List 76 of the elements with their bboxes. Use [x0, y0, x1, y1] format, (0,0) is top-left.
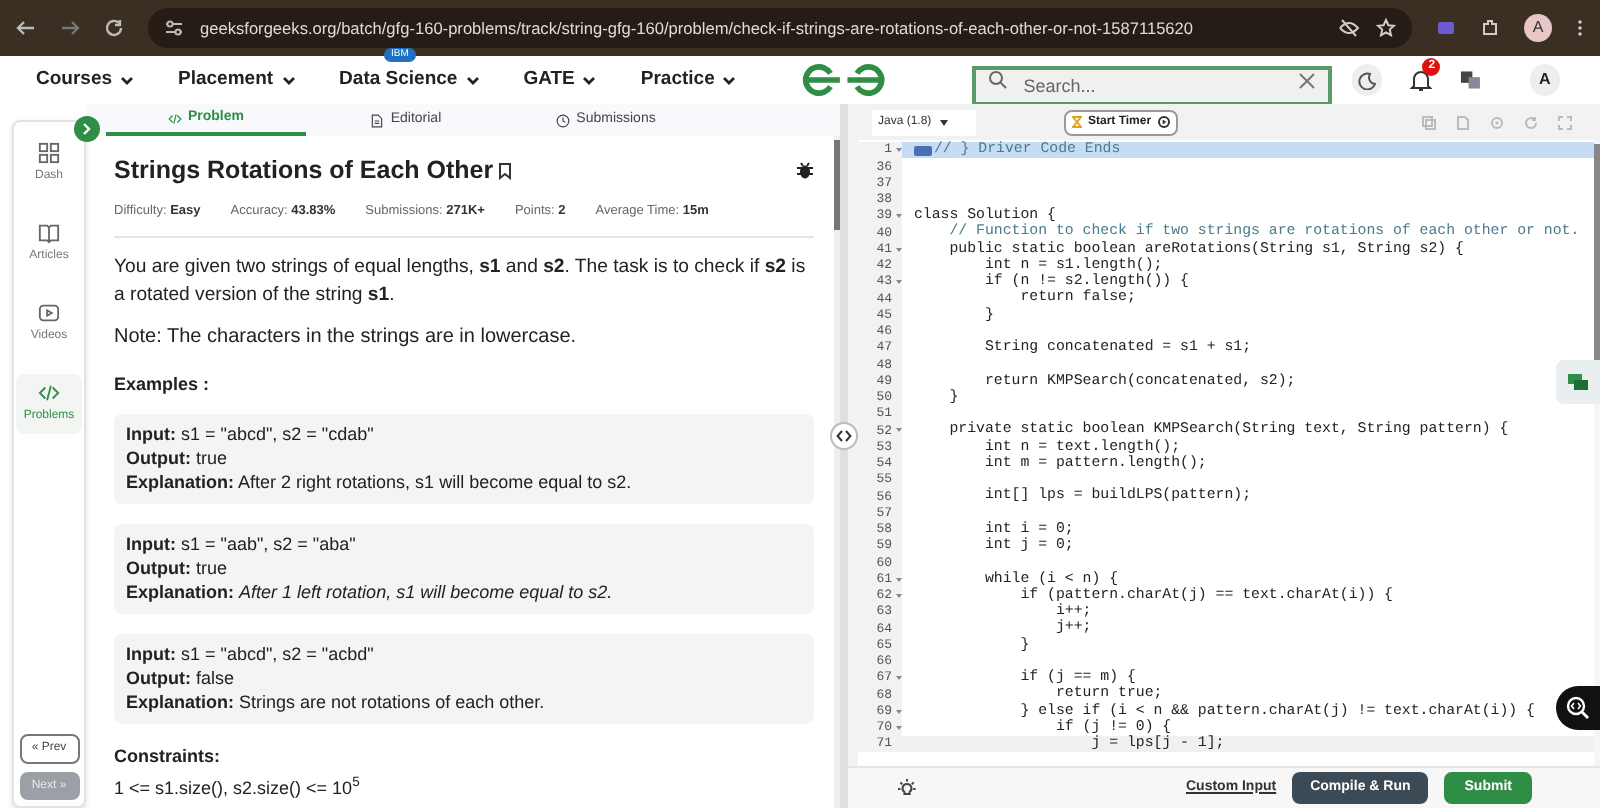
clock-icon: [556, 113, 571, 127]
video-icon: [38, 302, 60, 324]
nav-menu[interactable]: Courses: [36, 65, 135, 95]
fold-caret-icon[interactable]: [895, 676, 901, 681]
bell-icon[interactable]: [1410, 68, 1433, 92]
chevron-down-icon: [582, 75, 597, 85]
chevron-down-icon: [465, 75, 480, 85]
example-line: Output: false: [126, 668, 236, 690]
chat-button[interactable]: [1556, 360, 1600, 404]
close-icon[interactable]: [1298, 71, 1317, 89]
reload-icon[interactable]: [104, 18, 124, 38]
extension-icon[interactable]: [1436, 18, 1456, 38]
menu-icon[interactable]: [1576, 18, 1584, 38]
eye-off-icon[interactable]: [1338, 18, 1360, 38]
example-line: Explanation: After 1 left rotation, s1 will become equal to s2.: [126, 582, 615, 604]
theme-toggle[interactable]: [1352, 64, 1383, 96]
resize-icon: [836, 430, 852, 442]
chevron-down-icon: [120, 75, 135, 85]
dashboard-icon: [38, 142, 60, 164]
chevron-down-icon: [281, 75, 296, 85]
address-bar[interactable]: geeksforgeeks.org/batch/gfg-160-problems/track/string-gfg-160/problem/check-if-strings-are-rotations-of-each-other-or-not-1587115620: [148, 8, 1412, 48]
fold-caret-icon[interactable]: [895, 593, 901, 598]
fold-caret-icon[interactable]: [895, 214, 901, 219]
fold-caret-icon[interactable]: [895, 428, 901, 433]
moon-icon: [1358, 71, 1377, 89]
bookmark-icon[interactable]: [497, 161, 512, 180]
examples-heading: Examples :: [114, 371, 212, 398]
example-line: Input: s1 = "aab", s2 = "aba": [126, 534, 358, 556]
url-text: geeksforgeeks.org/batch/gfg-160-problems/track/string-gfg-160/problem/check-if-strings-are-rotations-of-each-other-or-not-1587115620: [200, 15, 1196, 41]
play-circle-icon: [1157, 116, 1170, 128]
magnifier-code-icon: [1566, 696, 1590, 720]
hourglass-icon: [1072, 116, 1082, 128]
chevron-right-icon: [82, 122, 92, 136]
star-icon[interactable]: [1376, 18, 1396, 38]
nav-menu[interactable]: GATE: [523, 65, 597, 95]
caret-icon: [939, 119, 948, 125]
problem-title: Strings Rotations of Each Other: [114, 154, 494, 188]
example-line: Input: s1 = "abcd", s2 = "cdab": [126, 424, 376, 446]
lightbulb-icon[interactable]: [896, 777, 918, 799]
code-icon: [167, 111, 182, 125]
code-icon: [38, 382, 60, 404]
problem-description: You are given two strings of equal lengths, s1 and s2. The task is to check if s2 is a rotated version of the string s1.: [114, 253, 808, 309]
translate-icon[interactable]: [1460, 70, 1482, 90]
example-line: Output: true: [126, 448, 229, 470]
fold-caret-icon[interactable]: [895, 148, 901, 153]
site-settings-icon[interactable]: [164, 18, 184, 38]
forward-icon[interactable]: [60, 18, 80, 38]
profile-avatar[interactable]: A: [1524, 14, 1552, 42]
fold-caret-icon[interactable]: [895, 725, 901, 730]
nav-menu[interactable]: Data Science: [339, 65, 480, 95]
fold-caret-icon[interactable]: [895, 247, 901, 252]
fold-caret-icon[interactable]: [895, 280, 901, 285]
chat-icon: [1568, 373, 1588, 391]
nav-menu[interactable]: Placement: [178, 65, 296, 95]
folded-marker[interactable]: [914, 145, 932, 156]
back-icon[interactable]: [16, 18, 36, 38]
bug-icon[interactable]: [796, 160, 814, 181]
fold-caret-icon[interactable]: [895, 709, 901, 714]
book-icon: [38, 222, 60, 244]
puzzle-icon[interactable]: [1480, 18, 1500, 38]
nav-menu[interactable]: Practice: [640, 65, 737, 95]
user-avatar[interactable]: A: [1529, 64, 1561, 96]
example-line: Input: s1 = "abcd", s2 = "acbd": [126, 644, 376, 666]
site-logo[interactable]: [800, 62, 888, 98]
search-icon: [987, 70, 1008, 90]
search-field[interactable]: Search...: [971, 66, 1333, 106]
problem-note: Note: The characters in the strings are in lowercase.: [114, 323, 579, 351]
constraints-heading: Constraints:: [114, 744, 223, 770]
example-line: Explanation: Strings are not rotations of each other.: [126, 692, 547, 714]
fold-caret-icon[interactable]: [895, 577, 901, 582]
expand-toggle[interactable]: [74, 116, 100, 142]
chevron-down-icon: [722, 75, 737, 85]
example-line: Output: true: [126, 558, 229, 580]
example-line: Explanation: After 2 right rotations, s1 will become equal to s2.: [126, 472, 634, 494]
constraints-text: 1 <= s1.size(), s2.size() <= 10$^{5}$: [114, 775, 362, 802]
document-icon: [370, 113, 385, 127]
